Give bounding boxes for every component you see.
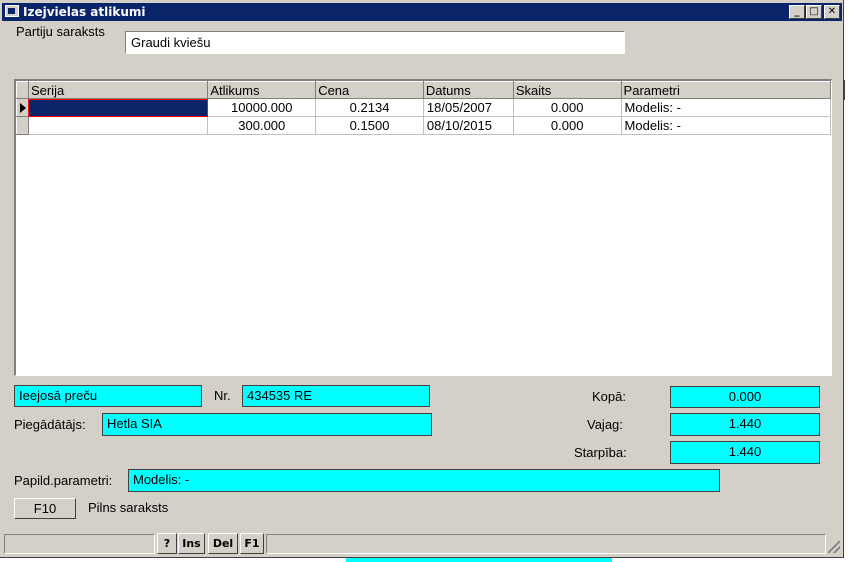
window-title: Izejvielas atlikumi: [23, 5, 146, 19]
main-window: Izejvielas atlikumi _ □ ✕ Partiju saraks…: [0, 0, 844, 558]
kopa-label: Kopā:: [592, 389, 626, 404]
close-button[interactable]: ✕: [824, 5, 840, 19]
row-indicator[interactable]: [16, 98, 29, 117]
insert-button[interactable]: Ins: [178, 533, 205, 554]
extra-params-field[interactable]: Modelis: -: [128, 469, 720, 492]
column-header-serija[interactable]: Serija: [27, 81, 209, 99]
f1-button[interactable]: F1: [240, 533, 264, 554]
partiju-field[interactable]: Graudi kviešu: [125, 31, 625, 54]
batch-grid[interactable]: Serija Atlikums Cena Datums Skaits Param…: [14, 79, 832, 376]
supplier-label: Piegādātājs:: [14, 417, 86, 432]
maximize-button[interactable]: □: [806, 5, 822, 19]
app-window-icon: [5, 5, 19, 17]
status-message-panel: [266, 534, 826, 554]
vajag-value: 1.440: [670, 413, 820, 436]
batch-table: Serija Atlikums Cena Datums Skaits Param…: [16, 81, 831, 135]
cell-serija[interactable]: [28, 116, 209, 135]
title-bar[interactable]: Izejvielas atlikumi _ □ ✕: [2, 3, 842, 21]
cell-datums[interactable]: 18/05/2007: [423, 98, 514, 117]
partiju-label: Partiju saraksts: [16, 24, 105, 39]
supplier-field[interactable]: Hetla SIA: [102, 413, 432, 436]
row-indicator[interactable]: [16, 116, 29, 135]
column-header-datums[interactable]: Datums: [422, 81, 514, 99]
cell-skaits[interactable]: 0.000: [513, 116, 622, 135]
cell-cena[interactable]: 0.1500: [315, 116, 424, 135]
column-header-skaits[interactable]: Skaits: [512, 81, 622, 99]
cell-atlikums[interactable]: 300.000: [207, 116, 317, 135]
document-type-field[interactable]: Ieejosā preču: [14, 385, 202, 407]
delete-button[interactable]: Del: [208, 533, 238, 554]
background-window-strip: [346, 558, 612, 562]
grid-header-row: Serija Atlikums Cena Datums Skaits Param…: [16, 81, 831, 99]
resize-grip-icon[interactable]: [828, 541, 840, 553]
row-indicator-header: [16, 81, 29, 99]
document-number-field[interactable]: 434535 RE: [242, 385, 430, 407]
help-button[interactable]: ?: [157, 533, 177, 554]
column-header-atlikums[interactable]: Atlikums: [207, 81, 317, 99]
cell-atlikums[interactable]: 10000.000: [207, 98, 317, 117]
cell-parametri[interactable]: Modelis: -: [621, 98, 831, 117]
column-header-cena[interactable]: Cena: [315, 81, 424, 99]
cell-cena[interactable]: 0.2134: [315, 98, 424, 117]
f10-button[interactable]: F10: [14, 498, 76, 519]
nr-label: Nr.: [214, 388, 231, 403]
table-row[interactable]: 10000.000 0.2134 18/05/2007 0.000 Modeli…: [16, 98, 831, 117]
column-header-parametri[interactable]: Parametri: [620, 81, 831, 99]
minimize-button[interactable]: _: [789, 5, 805, 19]
full-list-label: Pilns saraksts: [88, 500, 169, 515]
cell-datums[interactable]: 08/10/2015: [423, 116, 514, 135]
kopa-value: 0.000: [670, 386, 820, 408]
vajag-label: Vajag:: [587, 417, 623, 432]
starpiba-value: 1.440: [670, 441, 820, 464]
status-panel: [4, 534, 155, 554]
table-row[interactable]: 300.000 0.1500 08/10/2015 0.000 Modelis:…: [16, 116, 831, 135]
cell-skaits[interactable]: 0.000: [513, 98, 622, 117]
cell-parametri[interactable]: Modelis: -: [621, 116, 831, 135]
cell-serija[interactable]: [28, 98, 209, 117]
starpiba-label: Starpība:: [574, 445, 627, 460]
extra-params-label: Papild.parametri:: [14, 473, 113, 488]
background-window-edge: [844, 80, 852, 100]
current-row-arrow-icon: [20, 103, 26, 113]
